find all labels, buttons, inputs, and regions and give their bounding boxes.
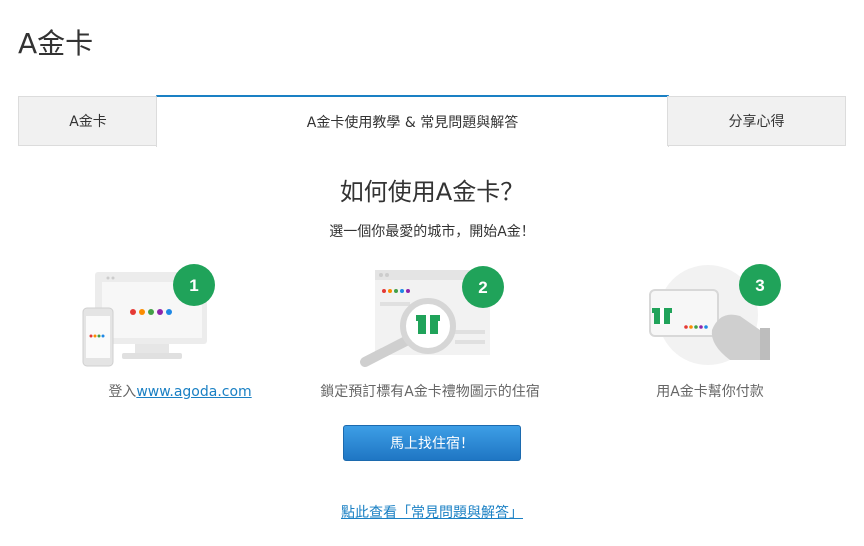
tab-tutorial-faq[interactable]: A金卡使用教學 & 常見問題與解答: [156, 95, 669, 147]
magnifier-gift-icon: 2: [360, 266, 504, 367]
step-1-caption: 登入www.agoda.com: [70, 381, 290, 401]
step-3-number: 3: [755, 276, 764, 295]
tab-share[interactable]: 分享心得: [667, 96, 846, 146]
step-3: 3 用A金卡幫你付款: [600, 260, 820, 410]
faq-link[interactable]: 點此查看「常見問題與解答」: [341, 505, 523, 521]
page-title: A金卡: [18, 27, 94, 60]
headline: 如何使用A金卡？: [339, 178, 525, 206]
step-1-number: 1: [189, 276, 198, 295]
search-hotels-button[interactable]: 馬上找住宿！: [343, 425, 521, 461]
tab-a-card[interactable]: A金卡: [18, 96, 158, 146]
subheadline: 選一個你最愛的城市，開始A金！: [329, 224, 535, 240]
agoda-link[interactable]: www.agoda.com: [136, 384, 251, 400]
step-2: 2 鎖定預訂標有A金卡禮物圖示的住宿: [320, 260, 540, 410]
step-1-caption-prefix: 登入: [108, 384, 137, 400]
step-2-caption: 鎖定預訂標有A金卡禮物圖示的住宿: [320, 384, 540, 400]
tab-bar: A金卡 A金卡使用教學 & 常見問題與解答 分享心得: [18, 95, 846, 147]
step-2-number: 2: [478, 278, 487, 297]
step-1: 1 登入www.agoda.com: [70, 260, 290, 410]
faq-link-wrapper: 點此查看「常見問題與解答」: [0, 502, 864, 522]
step-3-caption: 用A金卡幫你付款: [656, 384, 764, 400]
card-hand-icon: 3: [649, 264, 781, 365]
devices-icon: 1: [82, 264, 215, 367]
